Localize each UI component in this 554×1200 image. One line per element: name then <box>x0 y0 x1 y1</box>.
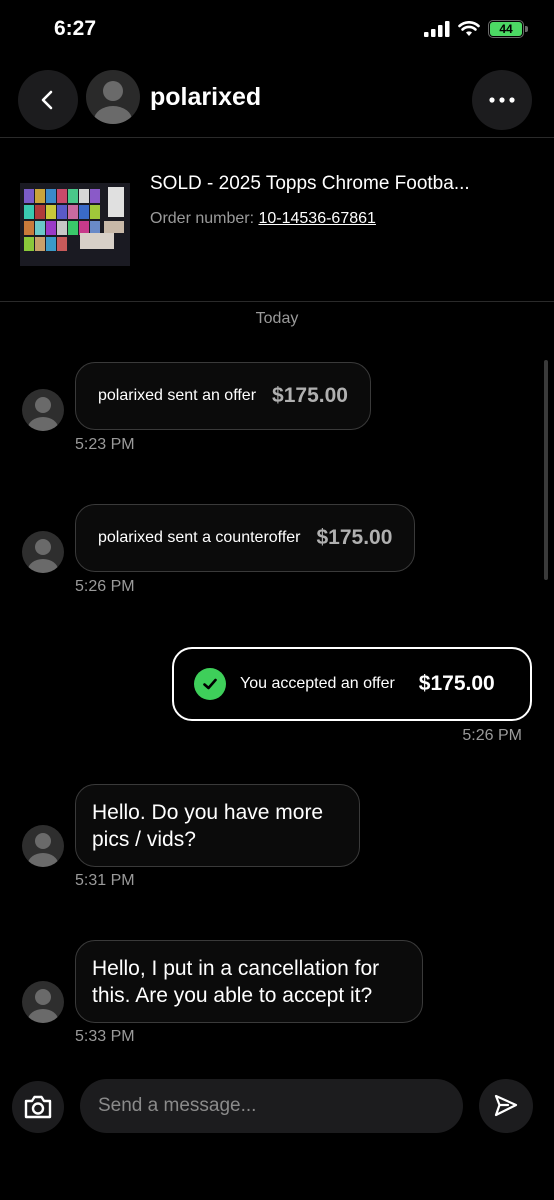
avatar-icon <box>28 989 58 1023</box>
camera-button[interactable] <box>12 1081 64 1133</box>
avatar[interactable] <box>22 825 64 867</box>
scrollbar[interactable] <box>544 360 548 580</box>
send-icon <box>494 1094 518 1117</box>
order-item-card[interactable]: SOLD - 2025 Topps Chrome Footba... Order… <box>0 140 554 302</box>
offer-price: $175.00 <box>316 526 393 549</box>
counteroffer-message[interactable]: polarixed sent a counteroffer $175.00 <box>75 504 416 572</box>
avatar[interactable] <box>22 531 64 573</box>
avatar-icon <box>28 397 58 431</box>
avatar-icon <box>28 833 58 867</box>
item-thumbnail[interactable] <box>20 183 130 266</box>
back-button[interactable] <box>18 70 78 130</box>
order-number-row: Order number: 10-14536-67861 <box>150 210 376 228</box>
check-icon <box>194 668 226 700</box>
conversation-header: polarixed <box>0 68 554 138</box>
signal-icon <box>424 21 450 37</box>
item-title[interactable]: SOLD - 2025 Topps Chrome Footba... <box>150 173 470 195</box>
more-icon <box>489 97 515 103</box>
message-timestamp: 5:31 PM <box>75 872 135 889</box>
contact-name[interactable]: polarixed <box>150 83 261 112</box>
avatar-icon <box>28 539 58 573</box>
message-timestamp: 5:23 PM <box>75 436 135 453</box>
wifi-icon <box>458 21 480 36</box>
accepted-price: $175.00 <box>418 672 495 695</box>
order-number-label: Order number: <box>150 210 259 227</box>
battery-level: 44 <box>490 22 522 36</box>
avatar[interactable] <box>22 389 64 431</box>
status-icons: 44 <box>424 20 528 38</box>
avatar[interactable] <box>22 981 64 1023</box>
text-message[interactable]: Hello. Do you have more pics / vids? <box>75 784 360 867</box>
order-number-link[interactable]: 10-14536-67861 <box>258 210 375 227</box>
accepted-text: You accepted an offer <box>240 675 395 692</box>
offer-text: polarixed sent an offer <box>98 387 257 404</box>
status-time: 6:27 <box>54 17 97 40</box>
camera-icon <box>24 1095 52 1119</box>
day-separator: Today <box>255 310 299 327</box>
message-input[interactable] <box>80 1079 463 1133</box>
chevron-left-icon <box>41 90 53 110</box>
message-timestamp: 5:26 PM <box>462 727 522 744</box>
offer-message[interactable]: polarixed sent an offer $175.00 <box>75 362 371 430</box>
battery-icon: 44 <box>488 20 528 38</box>
accepted-offer-message[interactable]: You accepted an offer $175.00 <box>172 647 532 721</box>
message-text: Hello, I put in a cancellation for this.… <box>92 957 380 1007</box>
avatar-icon <box>94 81 132 124</box>
offer-text: polarixed sent a counteroffer <box>98 529 301 546</box>
message-composer <box>0 1055 554 1200</box>
offer-price: $175.00 <box>272 384 348 407</box>
message-timestamp: 5:33 PM <box>75 1028 135 1045</box>
message-timestamp: 5:26 PM <box>75 578 135 595</box>
more-options-button[interactable] <box>472 70 532 130</box>
send-button[interactable] <box>479 1079 533 1133</box>
avatar[interactable] <box>86 70 140 124</box>
status-bar: 6:27 44 <box>0 0 554 62</box>
text-message[interactable]: Hello, I put in a cancellation for this.… <box>75 940 423 1023</box>
message-text: Hello. Do you have more pics / vids? <box>92 801 324 851</box>
